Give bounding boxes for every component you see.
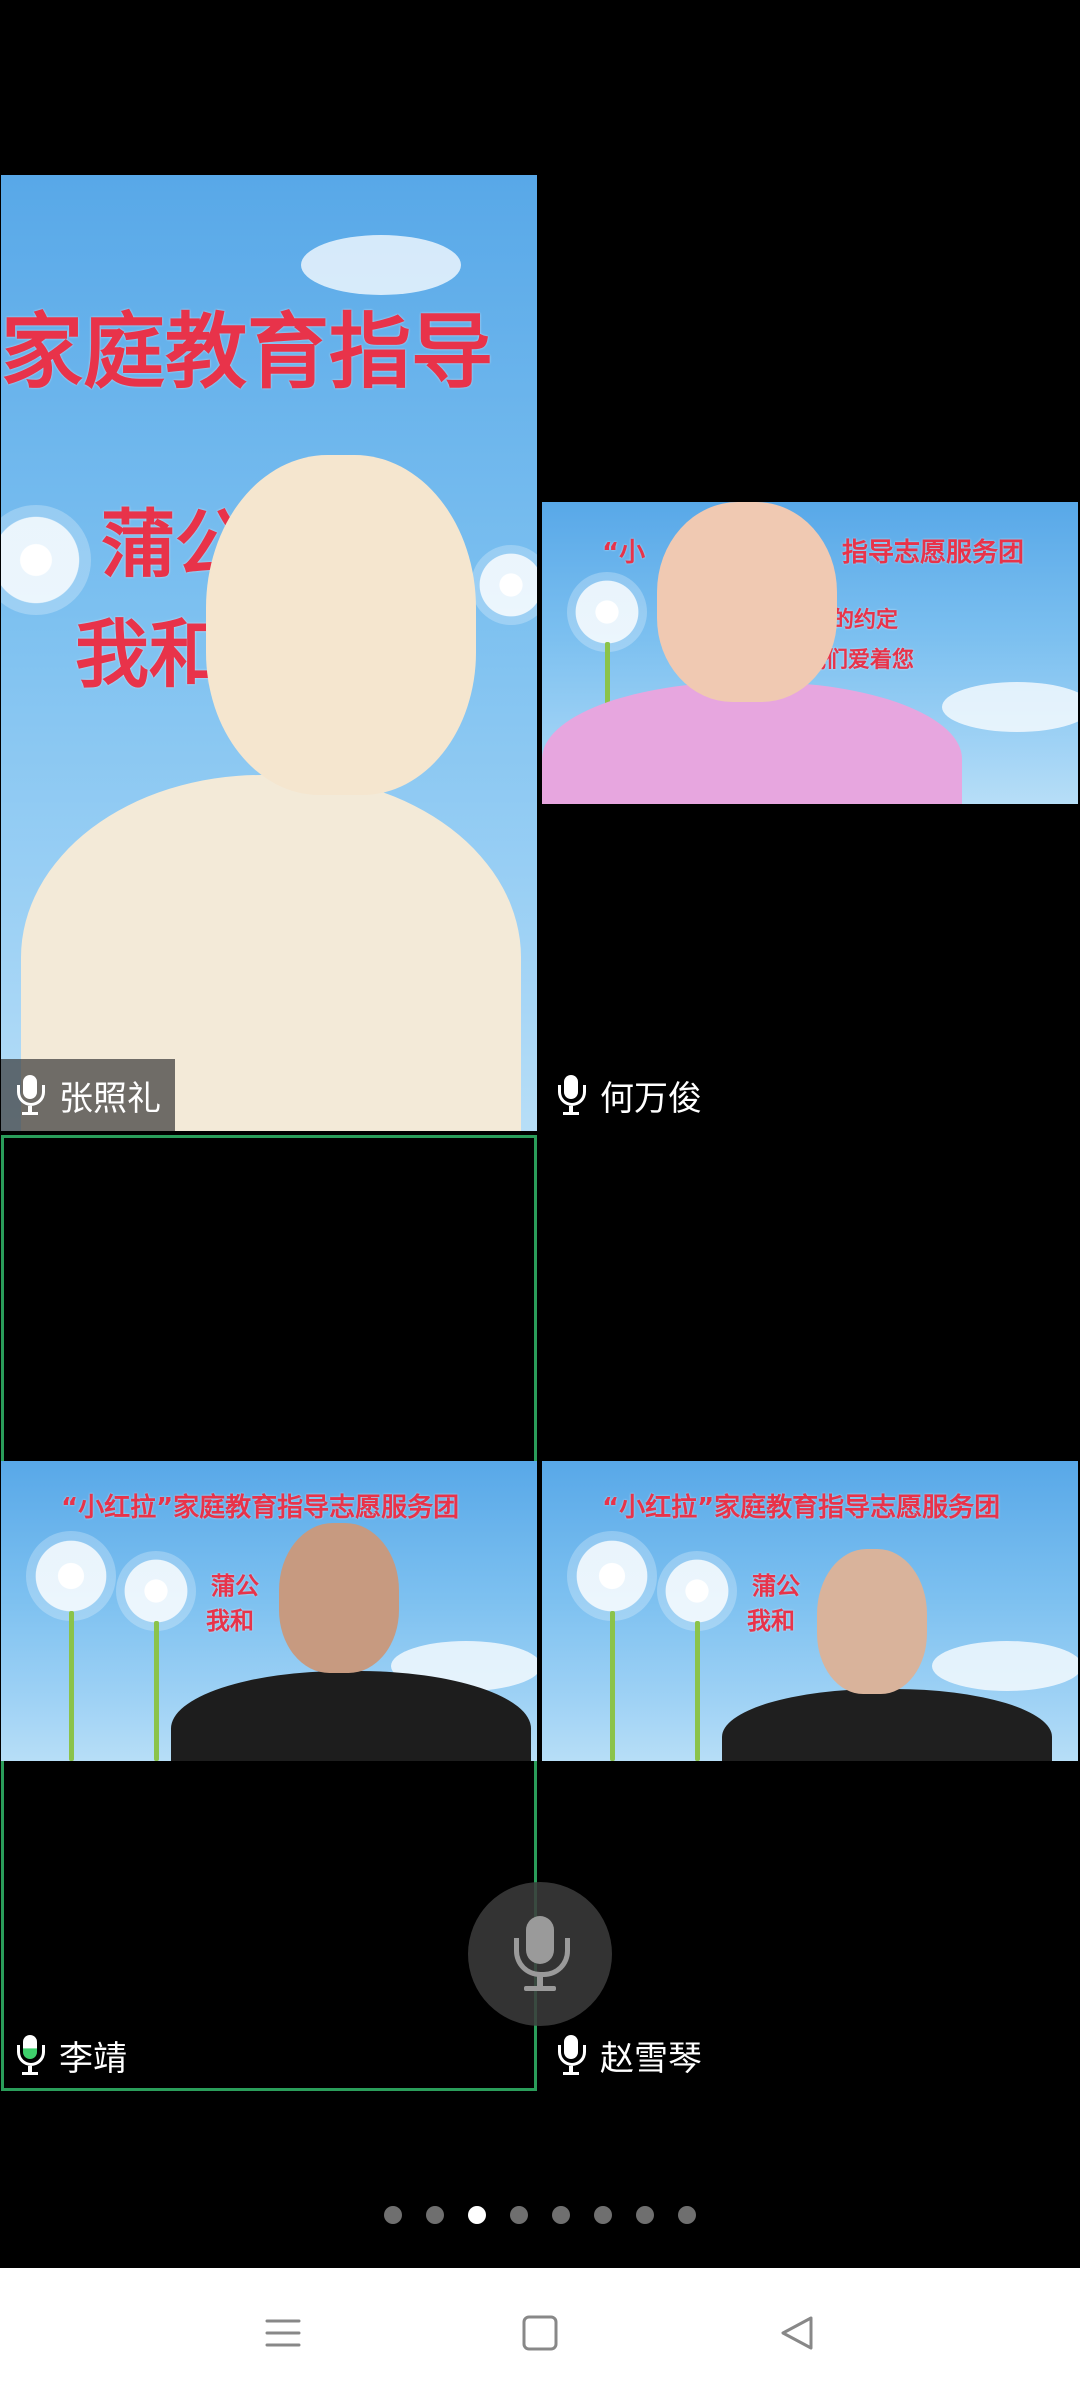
video-banner-text: “小: [602, 538, 646, 568]
person-face: [279, 1523, 399, 1673]
microphone-icon: [556, 2035, 586, 2075]
meeting-screen: 家庭教育指导 蒲公 我和 张照礼 “小 指导志愿服务团 爱的约定 我们爱着您 何…: [0, 0, 1080, 2400]
video-banner-text: 家庭教育指导: [1, 305, 494, 400]
participant-tile-li[interactable]: “小红拉”家庭教育指导志愿服务团 蒲公 我和 李靖: [1, 1135, 537, 2091]
participant-video: “小 指导志愿服务团 爱的约定 我们爱着您: [542, 502, 1078, 804]
page-dot[interactable]: [552, 2206, 570, 2224]
participant-name-tag: 李靖: [1, 2019, 141, 2091]
page-dot[interactable]: [594, 2206, 612, 2224]
participant-name: 张照礼: [59, 1078, 161, 1119]
participant-video: “小红拉”家庭教育指导志愿服务团 蒲公 我和: [542, 1461, 1078, 1761]
person-face: [206, 455, 476, 795]
page-dot[interactable]: [384, 2206, 402, 2224]
page-dot[interactable]: [678, 2206, 696, 2224]
video-banner-text: 指导志愿服务团: [842, 538, 1025, 568]
back-button[interactable]: [762, 2298, 832, 2368]
person-silhouette: [722, 1689, 1052, 1761]
microphone-icon: [15, 1075, 45, 1115]
video-banner-text: “小红拉”家庭教育指导志愿服务团: [602, 1493, 1001, 1523]
page-indicator: [0, 2203, 1080, 2227]
participant-video: 家庭教育指导 蒲公 我和: [1, 175, 537, 1131]
participant-name-tag: 赵雪琴: [542, 2019, 716, 2091]
menu-icon: [265, 2319, 301, 2347]
page-dot[interactable]: [636, 2206, 654, 2224]
participant-tile-he[interactable]: “小 指导志愿服务团 爱的约定 我们爱着您 何万俊: [542, 175, 1078, 1131]
page-dot[interactable]: [510, 2206, 528, 2224]
participant-tile-zhao[interactable]: “小红拉”家庭教育指导志愿服务团 蒲公 我和 赵雪琴: [542, 1135, 1078, 2091]
microphone-icon: [556, 1075, 586, 1115]
system-navigation-bar: [0, 2268, 1080, 2400]
menu-button[interactable]: [248, 2298, 318, 2368]
participant-tile-zhang[interactable]: 家庭教育指导 蒲公 我和 张照礼: [1, 175, 537, 1131]
video-banner-text: 我和: [747, 1607, 795, 1635]
page-dot-active[interactable]: [468, 2206, 486, 2224]
mute-toggle-button[interactable]: [468, 1882, 612, 2026]
video-banner-text: 我和: [75, 612, 223, 698]
home-icon: [522, 2315, 558, 2351]
page-dot[interactable]: [426, 2206, 444, 2224]
participant-name: 何万俊: [600, 1078, 702, 1119]
participant-name: 李靖: [59, 2038, 127, 2079]
person-face: [817, 1549, 927, 1694]
video-banner-text: 蒲公: [752, 1572, 800, 1600]
video-banner-text: 蒲公: [211, 1572, 259, 1600]
participant-name: 赵雪琴: [600, 2038, 702, 2079]
microphone-speaking-icon: [15, 2035, 45, 2075]
participant-video: “小红拉”家庭教育指导志愿服务团 蒲公 我和: [1, 1461, 537, 1761]
participant-name-tag: 何万俊: [542, 1059, 716, 1131]
back-icon: [781, 2316, 813, 2350]
person-face: [657, 502, 837, 702]
participant-name-tag: 张照礼: [1, 1059, 175, 1131]
home-button[interactable]: [505, 2298, 575, 2368]
video-banner-text: “小红拉”家庭教育指导志愿服务团: [61, 1493, 460, 1523]
video-banner-text: 我和: [206, 1607, 254, 1635]
